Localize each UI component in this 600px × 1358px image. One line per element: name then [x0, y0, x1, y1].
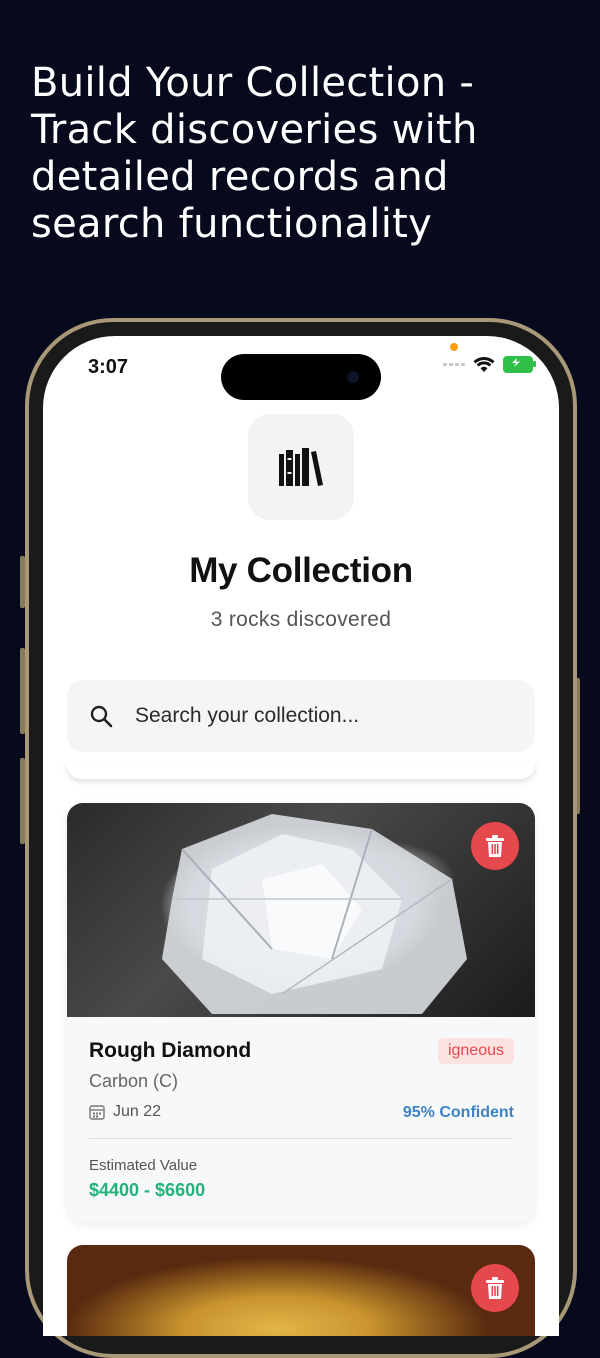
delete-button[interactable] — [471, 822, 519, 870]
rock-count: 3 rocks discovered — [210, 608, 392, 631]
estimated-value-label: Estimated Value — [89, 1157, 198, 1174]
calendar-icon — [89, 1105, 105, 1120]
dynamic-island — [221, 354, 381, 400]
list-top-edge — [67, 761, 535, 779]
discovery-date: Jun 22 — [89, 1103, 161, 1121]
delete-button[interactable] — [471, 1264, 519, 1312]
confidence-label: 95% Confident — [402, 1104, 514, 1121]
date-text: Jun 22 — [113, 1103, 162, 1120]
rock-photo — [67, 803, 535, 1017]
trash-icon — [486, 1277, 504, 1299]
search-icon — [90, 705, 113, 728]
search-bar[interactable] — [67, 680, 535, 752]
collection-books-icon — [279, 448, 323, 486]
estimated-value-range: $4400 - $6600 — [89, 1180, 206, 1200]
cellular-signal-icon — [443, 363, 465, 366]
collection-icon-tile — [248, 414, 354, 520]
trash-icon — [486, 835, 504, 857]
rock-formula: Carbon (C) — [89, 1071, 179, 1091]
battery-charging-icon — [503, 356, 536, 373]
phone-screen: 3:07 My Collection 3 rocks discovered Se… — [43, 336, 559, 1336]
card-divider — [89, 1138, 513, 1139]
rock-card[interactable]: Rough Diamond igneous Carbon (C) Jun 22 … — [67, 803, 535, 1223]
marketing-headline: Build Your Collection - Track discoverie… — [31, 60, 478, 247]
rock-name: Rough Diamond — [89, 1039, 252, 1062]
front-camera — [347, 371, 359, 383]
search-input[interactable] — [133, 703, 497, 729]
rock-type-badge: igneous — [437, 1038, 514, 1064]
privacy-indicator-dot — [450, 343, 458, 351]
rock-card[interactable] — [67, 1245, 535, 1336]
status-icons — [443, 356, 536, 373]
diamond-image — [162, 814, 467, 1014]
wifi-icon — [473, 356, 495, 372]
status-time: 3:07 — [88, 356, 129, 378]
page-title: My Collection — [189, 551, 413, 590]
